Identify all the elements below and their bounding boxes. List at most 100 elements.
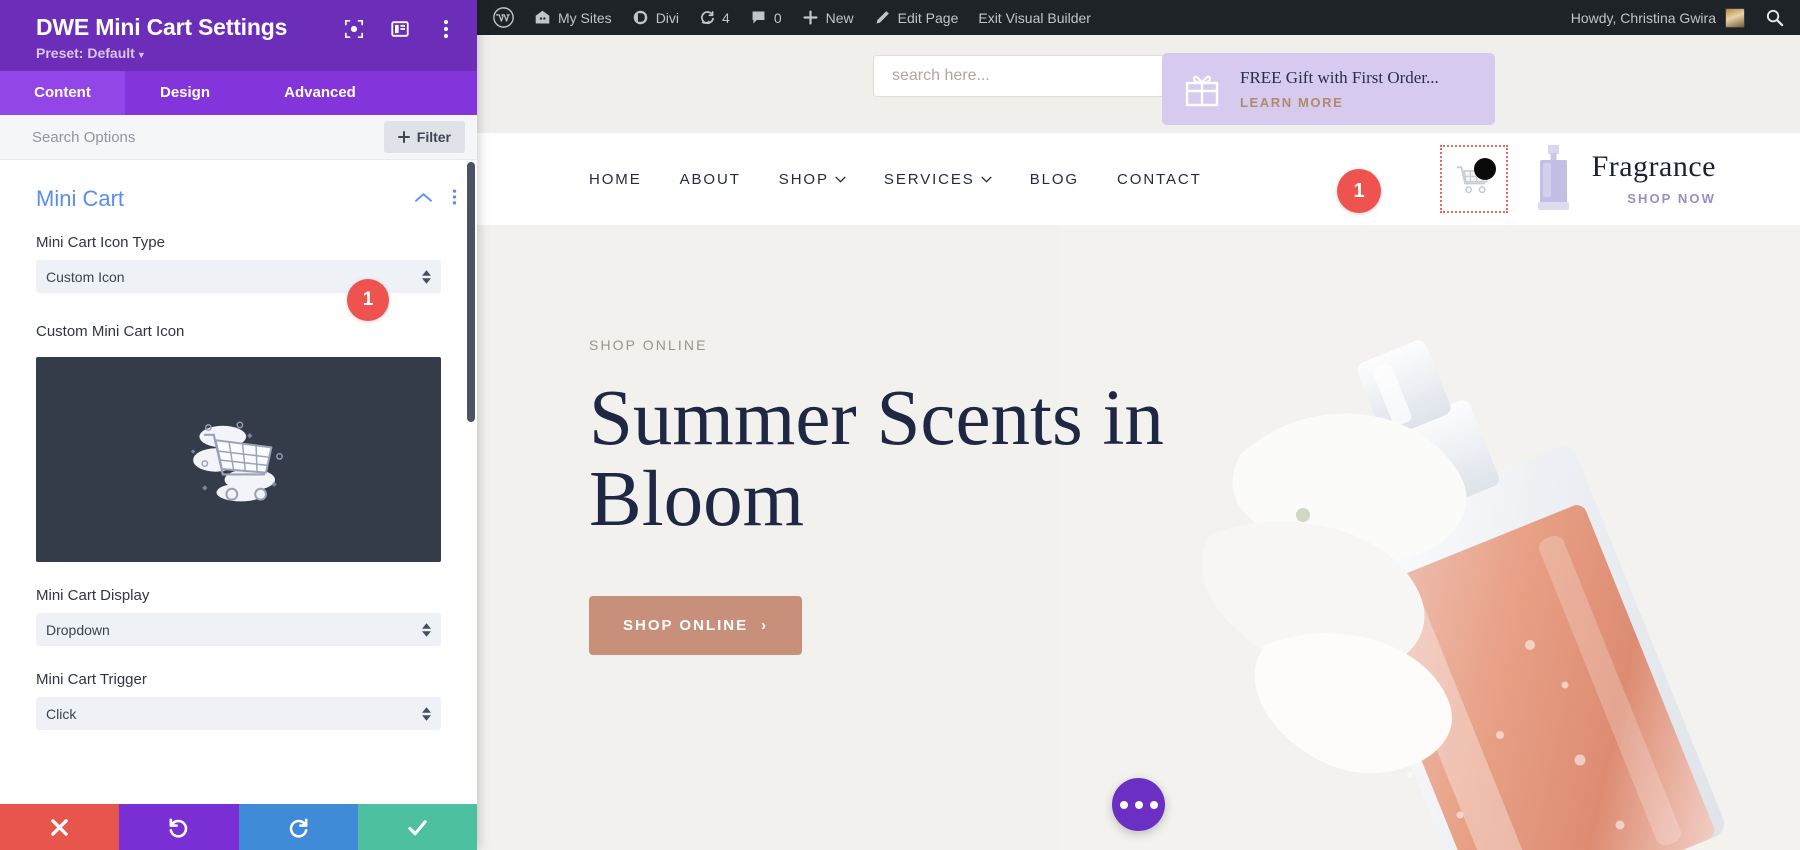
redo-button[interactable] [238, 804, 358, 850]
settings-scrollbar[interactable] [467, 162, 475, 423]
hero-eyebrow: SHOP ONLINE [589, 337, 708, 353]
more-vertical-icon[interactable] [452, 188, 457, 211]
nav-item-about[interactable]: ABOUT [680, 171, 741, 188]
wp-my-sites-label: My Sites [558, 9, 612, 26]
wp-divi-item[interactable]: Divi [622, 0, 689, 35]
module-settings-panel: DWE Mini Cart Settings Preset: Default ▼… [0, 0, 477, 850]
hero-section: SHOP ONLINE Summer Scents in Bloom SHOP … [477, 225, 1800, 850]
field-mini-cart-display: Mini Cart Display Dropdown [0, 587, 477, 647]
select-arrows-icon [422, 707, 431, 721]
section-mini-cart-header: Mini Cart [0, 160, 477, 234]
mini-cart-trigger-select[interactable]: Click [36, 697, 441, 731]
redo-icon [289, 818, 308, 838]
nav-item-about-label: ABOUT [679, 170, 741, 188]
field-label: Mini Cart Trigger [36, 671, 147, 689]
focus-icon[interactable] [343, 18, 365, 40]
nav-item-shop-label: SHOP [778, 170, 829, 188]
shopping-cart-illustration-icon [190, 421, 283, 502]
site-search-box[interactable] [873, 55, 1210, 97]
nav-item-contact[interactable]: CONTACT [1117, 171, 1202, 188]
gift-banner-cta[interactable]: LEARN MORE [1240, 95, 1439, 110]
search-icon [1766, 9, 1784, 27]
ellipsis-icon [1149, 800, 1158, 809]
field-custom-mini-cart-icon: Custom Mini Cart Icon [0, 323, 477, 563]
preset-label: Preset: Default [36, 45, 135, 62]
site-search-input[interactable] [892, 67, 1191, 85]
wp-new-label: New [825, 9, 854, 26]
check-icon [408, 819, 427, 835]
settings-scroll-area: Mini Cart Mini Cart Icon Type Custom Ico… [0, 160, 477, 804]
wp-admin-bar: My Sites Divi 4 0 New Edit Page Exit Vis… [477, 0, 1800, 35]
nav-item-services-label: SERVICES [883, 170, 975, 188]
chevron-right-icon: › [761, 617, 769, 635]
chevron-up-icon[interactable] [415, 190, 432, 208]
wp-divi-label: Divi [655, 9, 680, 26]
wp-updates-item[interactable]: 4 [689, 0, 740, 35]
settings-header-actions [343, 14, 457, 40]
wp-comments-item[interactable]: 0 [740, 0, 792, 35]
brand-tagline[interactable]: SHOP NOW [1592, 191, 1716, 206]
cancel-button[interactable] [0, 804, 120, 850]
wp-howdy-item[interactable]: Howdy, Christina Gwira [1559, 7, 1757, 28]
nav-item-services[interactable]: SERVICES [884, 171, 992, 188]
save-button[interactable] [357, 804, 477, 850]
wp-exit-visual-builder-item[interactable]: Exit Visual Builder [968, 0, 1101, 35]
perfume-bottle-icon [1528, 143, 1578, 215]
field-mini-cart-trigger: Mini Cart Trigger Click [0, 671, 477, 731]
select-arrows-icon [422, 270, 431, 284]
tab-advanced[interactable]: Advanced [245, 71, 395, 115]
nav-item-home-label: HOME [589, 170, 642, 188]
filter-button[interactable]: Filter [383, 121, 465, 154]
select-value: Click [46, 705, 77, 722]
plus-icon [803, 10, 818, 25]
field-mini-cart-icon-type: Mini Cart Icon Type Custom Icon [0, 234, 477, 294]
nav-item-home[interactable]: HOME [589, 171, 642, 188]
wp-my-sites-item[interactable]: My Sites [524, 0, 622, 35]
comments-icon [752, 11, 765, 24]
ellipsis-icon [1119, 800, 1128, 809]
cart-count-badge [1473, 158, 1496, 180]
preset-selector[interactable]: Preset: Default ▼ [36, 45, 457, 61]
nav-item-contact-label: CONTACT [1117, 170, 1202, 188]
wp-comments-count: 0 [773, 9, 782, 26]
tab-content[interactable]: Content [0, 71, 125, 116]
gift-banner-text: FREE Gift with First Order... LEARN MORE [1240, 68, 1439, 109]
caret-down-icon: ▼ [136, 50, 146, 61]
pencil-icon [876, 11, 889, 24]
gift-promo-banner[interactable]: FREE Gift with First Order... LEARN MORE [1162, 53, 1495, 125]
wp-edit-page-item[interactable]: Edit Page [864, 0, 969, 35]
wp-updates-count: 4 [722, 9, 730, 26]
nav-right-cluster: Fragrance SHOP NOW [1439, 143, 1716, 215]
hero-cta-button[interactable]: SHOP ONLINE › [589, 596, 803, 656]
site-brand[interactable]: Fragrance SHOP NOW [1528, 143, 1716, 215]
page-title: DWE Mini Cart Settings [36, 14, 288, 40]
search-options-input[interactable] [32, 128, 384, 146]
divi-menu-fab[interactable] [1112, 778, 1165, 831]
more-vertical-icon[interactable] [435, 18, 457, 40]
brand-name: Fragrance [1591, 150, 1716, 183]
hero-content: SHOP ONLINE Summer Scents in Bloom SHOP … [589, 337, 1229, 656]
gift-icon [1185, 75, 1219, 107]
nav-item-shop[interactable]: SHOP [779, 171, 846, 188]
nav-links: HOME ABOUT SHOP SERVICES BLOG CONTACT [589, 171, 1202, 188]
wp-new-item[interactable]: New [792, 0, 864, 35]
chevron-down-icon [835, 176, 846, 183]
select-arrows-icon [422, 623, 431, 637]
nav-item-blog[interactable]: BLOG [1030, 171, 1079, 188]
wp-logo-item[interactable] [483, 0, 524, 35]
settings-footer-toolbar [0, 804, 477, 850]
undo-button[interactable] [119, 804, 239, 850]
site-cart-icon[interactable] [1439, 145, 1508, 213]
mini-cart-display-select[interactable]: Dropdown [36, 613, 441, 647]
custom-icon-preview[interactable] [36, 357, 441, 563]
layout-icon[interactable] [389, 18, 411, 40]
wp-howdy-label: Howdy, Christina Gwira [1570, 9, 1716, 26]
hero-cta-label: SHOP ONLINE [623, 617, 749, 635]
section-title: Mini Cart [36, 186, 125, 212]
tab-design[interactable]: Design [125, 71, 245, 115]
avatar [1725, 7, 1745, 28]
wp-search-button[interactable] [1757, 8, 1800, 27]
